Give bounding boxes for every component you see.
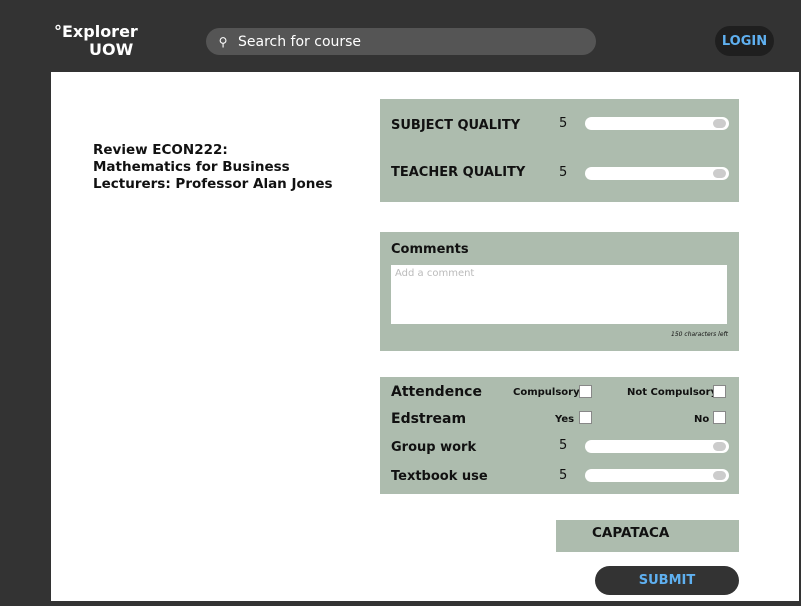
comments-title: Comments <box>391 242 469 257</box>
not-compulsory-checkbox[interactable] <box>713 385 726 398</box>
group-work-value: 5 <box>559 438 568 453</box>
slider-handle[interactable] <box>713 471 726 480</box>
character-count: 150 characters left <box>671 331 728 338</box>
search-icon: ⚲ <box>218 34 228 49</box>
subject-quality-slider[interactable] <box>585 117 729 130</box>
logo[interactable]: °Explorer UOW <box>54 23 138 59</box>
teacher-quality-label: TEACHER QUALITY <box>391 165 526 180</box>
group-work-label: Group work <box>391 440 477 455</box>
slider-handle[interactable] <box>713 119 726 128</box>
textbook-use-label: Textbook use <box>391 469 488 484</box>
textbook-use-slider[interactable] <box>585 469 729 482</box>
quality-panel: SUBJECT QUALITY 5 TEACHER QUALITY 5 <box>380 99 739 202</box>
yes-checkbox[interactable] <box>579 411 592 424</box>
review-heading: Review ECON222: Mathematics for Business… <box>93 142 333 193</box>
no-label: No <box>694 414 710 425</box>
no-checkbox[interactable] <box>713 411 726 424</box>
left-sidebar <box>0 72 51 606</box>
review-title: Review ECON222: <box>93 142 228 158</box>
attendence-label: Attendence <box>391 384 482 400</box>
login-button[interactable]: LOGIN <box>715 26 774 56</box>
course-name: Mathematics for Business <box>93 159 290 175</box>
not-compulsory-label: Not Compulsory <box>627 387 718 398</box>
search-input[interactable] <box>234 33 582 50</box>
lecturers: Lecturers: Professor Alan Jones <box>93 176 333 192</box>
submit-button[interactable]: SUBMIT <box>595 566 739 595</box>
compulsory-label: Compulsory <box>513 387 580 398</box>
teacher-quality-slider[interactable] <box>585 167 729 180</box>
yes-label: Yes <box>555 414 575 425</box>
subject-quality-label: SUBJECT QUALITY <box>391 118 521 133</box>
logo-line-1: °Explorer <box>54 22 138 41</box>
subject-quality-value: 5 <box>559 116 568 131</box>
search-bar[interactable]: ⚲ <box>206 28 596 55</box>
bottom-border <box>0 601 801 606</box>
slider-handle[interactable] <box>713 169 726 178</box>
compulsory-checkbox[interactable] <box>579 385 592 398</box>
teacher-quality-value: 5 <box>559 165 568 180</box>
captcha-text: CAPATACA <box>592 525 670 541</box>
captcha-box: CAPATACA <box>556 520 739 552</box>
logo-line-2: UOW <box>89 40 134 59</box>
edstream-label: Edstream <box>391 411 467 427</box>
group-work-slider[interactable] <box>585 440 729 453</box>
course-details-panel: Attendence Compulsory Not Compulsory Eds… <box>380 377 739 494</box>
slider-handle[interactable] <box>713 442 726 451</box>
textbook-use-value: 5 <box>559 468 568 483</box>
comments-panel: Comments 150 characters left <box>380 232 739 351</box>
comment-input[interactable] <box>391 265 727 324</box>
